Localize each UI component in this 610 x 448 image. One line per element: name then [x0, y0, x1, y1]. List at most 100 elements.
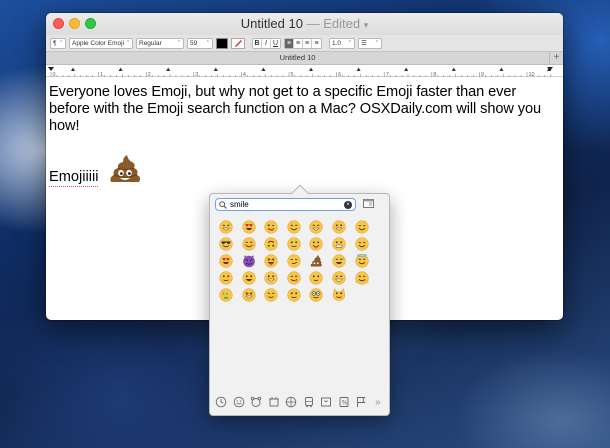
emoji-nerd[interactable]	[305, 286, 327, 303]
bold-button[interactable]: B	[253, 38, 262, 48]
imp-icon	[242, 254, 255, 267]
align-left-icon[interactable]: ≡	[285, 38, 294, 48]
emoji-search-input[interactable]	[230, 199, 334, 210]
tab-stop-marker[interactable]	[71, 67, 75, 72]
tab-stop-marker[interactable]	[166, 67, 171, 72]
paragraph-style-popup[interactable]: ¶ ⌃	[50, 37, 66, 49]
emoji-imp[interactable]	[238, 252, 260, 269]
emoji-grin-big[interactable]	[260, 269, 282, 286]
list-style-popup[interactable]: ☰ ⌃	[358, 37, 382, 49]
smileys-icon[interactable]	[233, 396, 245, 408]
tab-stop-marker[interactable]	[404, 67, 409, 72]
character-viewer-icon[interactable]	[363, 199, 374, 208]
emoji-poo[interactable]	[305, 252, 327, 269]
emoji-search-field[interactable]: ×	[215, 198, 356, 211]
more-categories-button[interactable]: »	[373, 397, 383, 408]
font-family-popup[interactable]: Apple Color Emoji ⌃	[69, 37, 133, 49]
ruler-number: 6	[338, 72, 341, 77]
font-size-combo[interactable]: 59 ⌃	[187, 37, 213, 49]
flags-icon[interactable]	[355, 396, 367, 408]
slight-smile-icon	[219, 270, 233, 285]
left-indent-marker[interactable]	[48, 67, 54, 71]
emoji-money-mouth[interactable]: $ $	[215, 286, 237, 303]
emoji-slight-smile[interactable]	[215, 269, 237, 286]
hug-icon	[354, 270, 369, 285]
line-spacing-popup[interactable]: 1.0 ⌃	[329, 37, 355, 49]
tab-stop-marker[interactable]	[356, 67, 361, 72]
emoji-beaming[interactable]	[305, 218, 327, 235]
emoji-smile-closed[interactable]	[283, 218, 305, 235]
new-tab-button[interactable]: +	[549, 52, 563, 64]
objects-icon[interactable]	[320, 396, 332, 408]
emoji-hug[interactable]	[351, 269, 373, 286]
misspelled-word[interactable]: Emojiiiii	[49, 169, 99, 187]
food-icon[interactable]	[268, 396, 280, 408]
emoji-grinning[interactable]	[238, 269, 260, 286]
popup-arrow-icon: ⌃	[176, 39, 181, 46]
emoji-wink-tongue[interactable]	[260, 218, 282, 235]
emoji-smiley-cat[interactable]	[328, 286, 350, 303]
recent-clock-icon[interactable]	[215, 396, 227, 408]
tab-stop-marker[interactable]	[213, 67, 218, 72]
popup-arrow-icon: ⌃	[205, 39, 210, 46]
emoji-blush[interactable]	[238, 235, 260, 252]
tab-stop-marker[interactable]	[499, 67, 504, 72]
emoji-yum[interactable]	[283, 269, 305, 286]
tab-untitled-10[interactable]: Untitled 10	[46, 53, 549, 62]
emoji-relieved[interactable]	[351, 235, 373, 252]
emoji-sweat-smile[interactable]	[328, 252, 350, 269]
wink-tongue-icon	[264, 219, 278, 234]
ruler[interactable]: 0 1 2 3 4 5 6 7 8 9 10	[46, 65, 563, 77]
emoji-grin-teeth[interactable]	[328, 235, 350, 252]
activity-icon[interactable]	[285, 396, 297, 408]
emoji-line[interactable]: Emojiiiii	[49, 153, 142, 187]
emoji-grin-squint[interactable]	[238, 286, 260, 303]
emoji-slight-smile[interactable]	[283, 286, 305, 303]
heart-eyes-icon	[241, 219, 256, 234]
emoji-upside-smile[interactable]	[260, 235, 282, 252]
pile-of-poo-icon	[110, 155, 141, 182]
emoji-halo[interactable]	[351, 252, 373, 269]
emoji-relieved[interactable]	[351, 218, 373, 235]
emoji-heart-eyes[interactable]	[238, 218, 260, 235]
underline-button[interactable]: U	[271, 39, 280, 48]
tab-stop-marker[interactable]	[451, 67, 456, 72]
emoji-grin-big[interactable]	[328, 218, 350, 235]
tab-stop-marker[interactable]	[118, 67, 123, 72]
popup-arrow-icon: ⌃	[347, 39, 352, 46]
emoji-grinning-sweat[interactable]	[215, 218, 237, 235]
line-spacing-label: 1.0	[332, 39, 342, 47]
emoji-tongue-squint[interactable]	[260, 252, 282, 269]
italic-button[interactable]: I	[262, 38, 271, 48]
clear-search-button[interactable]: ×	[344, 200, 352, 209]
animals-icon[interactable]	[250, 396, 262, 408]
title-bar[interactable]: Untitled 10 — Edited ▾	[46, 13, 563, 35]
tab-stop-marker[interactable]	[261, 67, 266, 72]
window-title[interactable]: Untitled 10 — Edited ▾	[46, 16, 563, 31]
money-mouth-icon: $ $	[219, 287, 233, 302]
font-style-popup[interactable]: Regular ⌃	[136, 37, 184, 49]
grin-squint-icon	[241, 287, 256, 302]
align-right-icon[interactable]: ≡	[303, 38, 312, 48]
align-justify-icon[interactable]: ≡	[312, 39, 321, 48]
tab-stop-marker[interactable]	[309, 67, 313, 72]
emoji-grin[interactable]	[328, 269, 350, 286]
emoji-heart-eyes[interactable]	[215, 252, 237, 269]
emoji-tongue-out[interactable]	[305, 235, 327, 252]
text-color-well[interactable]	[216, 37, 228, 49]
document-body[interactable]: Everyone loves Emoji, but why not get to…	[49, 84, 557, 135]
symbols-icon[interactable]: %	[338, 396, 350, 408]
highlight-color-well[interactable]	[231, 37, 245, 49]
relieved-icon	[354, 236, 369, 251]
emoji-smile-shy[interactable]	[305, 269, 327, 286]
yum-icon	[287, 270, 301, 285]
grinning-sweat-icon	[219, 219, 233, 234]
travel-icon[interactable]	[303, 396, 315, 408]
emoji-smirk[interactable]	[283, 252, 305, 269]
chevron-down-icon[interactable]: ▾	[364, 20, 369, 30]
emoji-sunglasses[interactable]	[215, 235, 237, 252]
document-paragraph[interactable]: Everyone loves Emoji, but why not get to…	[49, 84, 557, 135]
align-center-icon[interactable]: ≡	[294, 38, 303, 48]
emoji-slight-smile[interactable]	[283, 235, 305, 252]
emoji-pleased[interactable]	[260, 286, 282, 303]
